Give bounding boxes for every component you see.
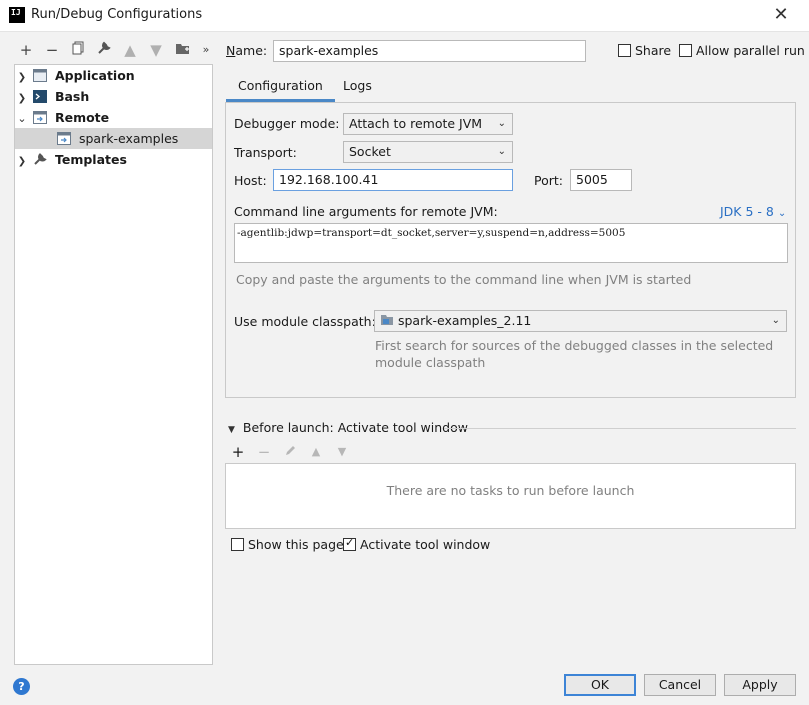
command-line-label: Command line arguments for remote JVM: [234,204,498,219]
copy-icon[interactable] [68,40,88,60]
module-classpath-hint: First search for sources of the debugged… [375,337,773,371]
command-line-hint: Copy and paste the arguments to the comm… [236,272,692,287]
jdk-version-link[interactable]: JDK 5 - 8 ⌄ [720,204,786,219]
chevron-right-icon[interactable]: ❯ [15,67,29,88]
tree-item-spark-examples[interactable]: spark-examples [15,128,212,149]
debugger-mode-label: Debugger mode: [234,116,340,131]
show-this-page-checkbox[interactable]: Show this page [231,537,344,552]
remote-config-icon [57,132,71,145]
move-task-up-icon[interactable]: ▲ [307,443,325,461]
close-icon[interactable]: ✕ [766,3,796,29]
tree-item-label: Templates [54,152,127,167]
port-label: Port: [534,173,563,188]
more-icon[interactable]: » [196,40,216,60]
move-up-icon[interactable]: ▲ [120,40,140,60]
module-folder-icon [381,315,393,325]
chevron-down-icon: ⌄ [777,208,787,219]
allow-parallel-label: Allow parallel run [696,43,805,58]
port-input[interactable]: 5005 [570,169,632,191]
checkbox-box[interactable] [231,538,244,551]
jdk-version-text: JDK 5 - 8 [720,204,774,219]
tab-configuration[interactable]: Configuration [226,72,335,102]
show-this-page-label: Show this page [248,537,344,552]
application-icon [32,69,47,82]
empty-tasks-text: There are no tasks to run before launch [386,483,635,498]
help-icon[interactable]: ? [13,678,30,695]
hint-line-2: module classpath [375,355,486,370]
checkbox-box[interactable] [618,44,631,57]
cancel-button[interactable]: Cancel [644,674,716,696]
activate-tool-window-label: Activate tool window [360,537,491,552]
before-launch-title: Before launch: Activate tool window [242,420,468,435]
collapse-triangle-icon[interactable]: ▼ [228,425,235,435]
ok-button[interactable]: OK [564,674,636,696]
move-task-down-icon[interactable]: ▼ [333,443,351,461]
chevron-down-icon[interactable]: ⌄ [15,108,29,129]
add-icon[interactable]: + [16,40,36,60]
tree-item-label: Remote [54,110,110,125]
move-down-icon[interactable]: ▼ [146,40,166,60]
tree-item-label: Application [54,68,135,83]
tree-item-templates[interactable]: ❯ Templates [15,149,212,170]
before-launch-header[interactable]: ▼ Before launch: Activate tool window [228,420,468,435]
chevron-right-icon[interactable]: ❯ [15,151,29,172]
remote-icon [32,111,47,124]
tree-item-label: Bash [54,89,90,104]
edit-task-icon[interactable] [281,443,299,461]
tab-logs[interactable]: Logs [331,72,384,102]
chevron-down-icon: ⌄ [771,315,780,326]
host-input[interactable]: 192.168.100.41 [273,169,513,191]
chevron-down-icon: ⌄ [497,146,506,157]
separator-line [444,428,796,429]
wrench-icon[interactable] [94,40,114,60]
transport-value: Socket [349,144,391,159]
chevron-right-icon[interactable]: ❯ [15,88,29,109]
hint-line-1: First search for sources of the debugged… [375,338,774,353]
tree-item-label: spark-examples [78,131,179,146]
share-checkbox[interactable]: Share [618,43,671,58]
name-input[interactable]: spark-examples [273,40,586,62]
remove-task-icon[interactable]: − [255,443,273,461]
folder-icon[interactable] [172,40,192,60]
allow-parallel-checkbox[interactable]: Allow parallel run [679,43,805,58]
debugger-mode-select[interactable]: Attach to remote JVM ⌄ [343,113,513,135]
transport-select[interactable]: Socket ⌄ [343,141,513,163]
configuration-tree[interactable]: ❯ Application ❯ Bash ⌄ Remote spark-exam… [14,64,213,665]
checkbox-box[interactable] [343,536,356,551]
tree-item-bash[interactable]: ❯ Bash [15,86,212,107]
tree-item-remote[interactable]: ⌄ Remote [15,107,212,128]
chevron-down-icon: ⌄ [497,118,506,129]
module-classpath-label: Use module classpath: [234,314,376,329]
module-classpath-value: spark-examples_2.11 [397,313,532,328]
host-label: Host: [234,173,267,188]
tree-item-application[interactable]: ❯ Application [15,65,212,86]
checkbox-box[interactable] [679,44,692,57]
command-line-textarea[interactable]: -agentlib:jdwp=transport=dt_socket,serve… [234,223,788,263]
name-label: Name: [226,43,268,58]
window-title: Run/Debug Configurations [31,7,203,22]
activate-tool-window-checkbox[interactable]: Activate tool window [343,536,491,552]
transport-label: Transport: [234,145,297,160]
apply-button[interactable]: Apply [724,674,796,696]
module-classpath-select[interactable]: spark-examples_2.11 ⌄ [374,310,787,332]
add-task-icon[interactable]: + [229,443,247,461]
remove-icon[interactable]: − [42,40,62,60]
intellij-app-icon: IJ [9,7,25,23]
before-launch-task-list[interactable]: There are no tasks to run before launch [225,463,796,529]
wrench-icon [34,153,47,165]
share-label: Share [635,43,672,58]
bash-icon [32,90,47,103]
debugger-mode-value: Attach to remote JVM [349,116,483,131]
